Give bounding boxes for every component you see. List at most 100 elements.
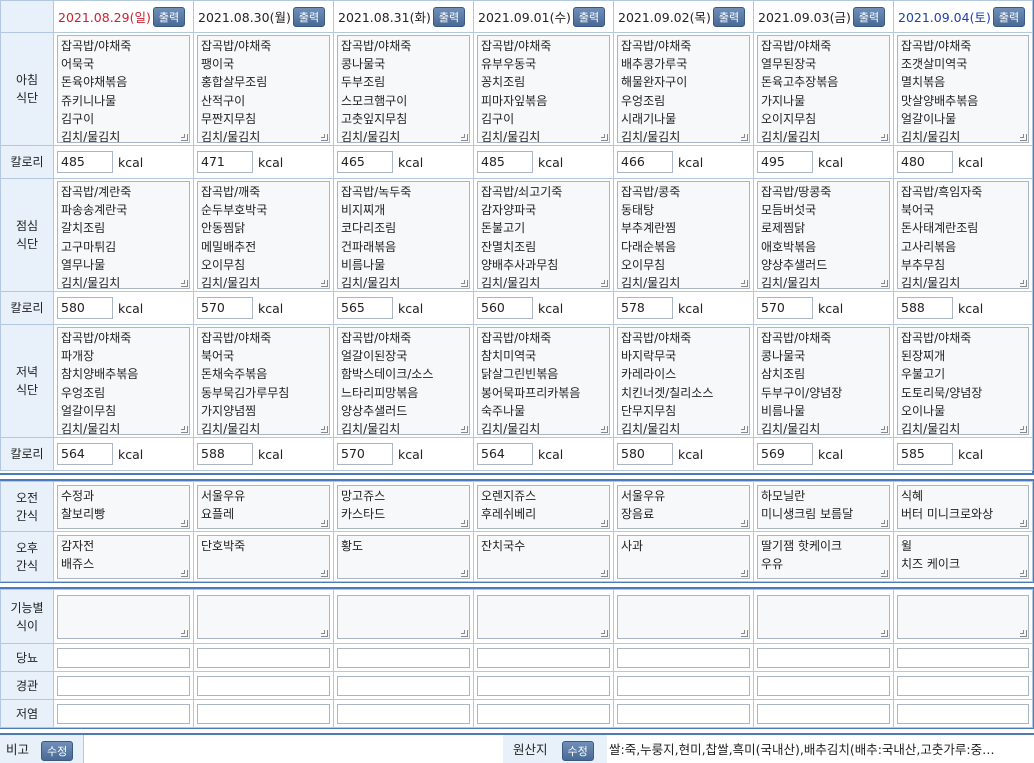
am_snack-textarea[interactable]: 망고쥬스 카스타드 bbox=[337, 484, 470, 529]
resize-grip-icon[interactable] bbox=[881, 629, 888, 637]
resize-grip-icon[interactable] bbox=[321, 629, 328, 637]
calorie-input[interactable]: 585 bbox=[897, 443, 953, 465]
resize-grip-icon[interactable] bbox=[741, 280, 748, 287]
breakfast-menu-textarea[interactable]: 잡곡밥/야채죽 팽이국 홍합살무조림 산적구이 무짠지무침 김치/물김치 bbox=[197, 35, 330, 143]
resize-grip-icon[interactable] bbox=[601, 426, 608, 433]
calorie-input[interactable]: 588 bbox=[197, 443, 253, 465]
calorie-input[interactable]: 578 bbox=[617, 297, 673, 319]
lowsalt-input[interactable] bbox=[757, 703, 890, 724]
resize-grip-icon[interactable] bbox=[321, 519, 328, 527]
resize-grip-icon[interactable] bbox=[1020, 280, 1027, 287]
resize-grip-icon[interactable] bbox=[461, 519, 468, 527]
resize-grip-icon[interactable] bbox=[601, 134, 608, 141]
resize-grip-icon[interactable] bbox=[181, 426, 188, 433]
diabetes-input[interactable] bbox=[897, 647, 1029, 668]
calorie-input[interactable]: 570 bbox=[757, 297, 813, 319]
resize-grip-icon[interactable] bbox=[321, 134, 328, 141]
resize-grip-icon[interactable] bbox=[741, 426, 748, 433]
dinner-menu-textarea[interactable]: 잡곡밥/야채죽 된장찌개 우불고기 도토리묵/양념장 오이나물 김치/물김치 bbox=[897, 327, 1029, 435]
tube-input[interactable] bbox=[617, 675, 750, 696]
dinner-menu-textarea[interactable]: 잡곡밥/야채죽 참치미역국 닭살그린빈볶음 봉어묵파프리카볶음 숙주나물 김치/물김치 bbox=[477, 327, 610, 435]
resize-grip-icon[interactable] bbox=[881, 519, 888, 527]
calorie-input[interactable]: 569 bbox=[757, 443, 813, 465]
resize-grip-icon[interactable] bbox=[461, 426, 468, 433]
diabetes-input[interactable] bbox=[57, 647, 190, 668]
lunch-menu-textarea[interactable]: 잡곡밥/쇠고기죽 감자양파국 돈불고기 잔멸치조림 양배추사과무침 김치/물김치 bbox=[477, 181, 610, 289]
resize-grip-icon[interactable] bbox=[881, 134, 888, 141]
calorie-input[interactable]: 485 bbox=[57, 151, 113, 173]
resize-grip-icon[interactable] bbox=[881, 426, 888, 433]
diabetes-input[interactable] bbox=[337, 647, 470, 668]
print-button[interactable]: 출력 bbox=[432, 6, 466, 27]
lowsalt-input[interactable] bbox=[477, 703, 610, 724]
resize-grip-icon[interactable] bbox=[181, 134, 188, 141]
pm_snack-textarea[interactable]: 딸기잼 핫케이크 우유 bbox=[757, 534, 890, 579]
functional-diet-textarea[interactable] bbox=[757, 594, 890, 639]
lowsalt-input[interactable] bbox=[197, 703, 330, 724]
tube-input[interactable] bbox=[197, 675, 330, 696]
calorie-input[interactable]: 565 bbox=[337, 297, 393, 319]
calorie-input[interactable]: 471 bbox=[197, 151, 253, 173]
pm_snack-textarea[interactable]: 윌 치즈 케이크 bbox=[897, 534, 1029, 579]
origin-edit-button[interactable]: 수정 bbox=[561, 740, 594, 761]
lunch-menu-textarea[interactable]: 잡곡밥/땅콩죽 모듬버섯국 로제찜닭 애호박볶음 양상추샐러드 김치/물김치 bbox=[757, 181, 890, 289]
dinner-menu-textarea[interactable]: 잡곡밥/야채죽 바지락무국 카레라이스 치킨너겟/칠리소스 단무지무침 김치/물김치 bbox=[617, 327, 750, 435]
resize-grip-icon[interactable] bbox=[741, 569, 748, 577]
am_snack-textarea[interactable]: 오렌지쥬스 후레쉬베리 bbox=[477, 484, 610, 529]
resize-grip-icon[interactable] bbox=[461, 134, 468, 141]
calorie-input[interactable]: 466 bbox=[617, 151, 673, 173]
lunch-menu-textarea[interactable]: 잡곡밥/계란죽 파송송계란국 갈치조림 고구마튀김 열무나물 김치/물김치 bbox=[57, 181, 190, 289]
print-button[interactable]: 출력 bbox=[992, 6, 1026, 27]
calorie-input[interactable]: 465 bbox=[337, 151, 393, 173]
calorie-input[interactable]: 580 bbox=[617, 443, 673, 465]
resize-grip-icon[interactable] bbox=[881, 280, 888, 287]
resize-grip-icon[interactable] bbox=[741, 134, 748, 141]
breakfast-menu-textarea[interactable]: 잡곡밥/야채죽 유부우동국 꽁치조림 피마자잎볶음 김구이 김치/물김치 bbox=[477, 35, 610, 143]
functional-diet-textarea[interactable] bbox=[617, 594, 750, 639]
print-button[interactable]: 출력 bbox=[572, 6, 606, 27]
resize-grip-icon[interactable] bbox=[1020, 426, 1027, 433]
calorie-input[interactable]: 580 bbox=[57, 297, 113, 319]
tube-input[interactable] bbox=[477, 675, 610, 696]
am_snack-textarea[interactable]: 서울우유 장음료 bbox=[617, 484, 750, 529]
resize-grip-icon[interactable] bbox=[181, 280, 188, 287]
am_snack-textarea[interactable]: 수정과 찰보리빵 bbox=[57, 484, 190, 529]
tube-input[interactable] bbox=[57, 675, 190, 696]
breakfast-menu-textarea[interactable]: 잡곡밥/야채죽 콩나물국 두부조림 스모크햄구이 고춧잎지무침 김치/물김치 bbox=[337, 35, 470, 143]
calorie-input[interactable]: 570 bbox=[197, 297, 253, 319]
print-button[interactable]: 출력 bbox=[712, 6, 746, 27]
calorie-input[interactable]: 485 bbox=[477, 151, 533, 173]
tube-input[interactable] bbox=[757, 675, 890, 696]
breakfast-menu-textarea[interactable]: 잡곡밥/야채죽 배추콩가루국 해물완자구이 우엉조림 시래기나물 김치/물김치 bbox=[617, 35, 750, 143]
lowsalt-input[interactable] bbox=[57, 703, 190, 724]
functional-diet-textarea[interactable] bbox=[337, 594, 470, 639]
am_snack-textarea[interactable]: 서울우유 요플레 bbox=[197, 484, 330, 529]
calorie-input[interactable]: 564 bbox=[477, 443, 533, 465]
resize-grip-icon[interactable] bbox=[461, 629, 468, 637]
resize-grip-icon[interactable] bbox=[1020, 134, 1027, 141]
functional-diet-textarea[interactable] bbox=[197, 594, 330, 639]
lunch-menu-textarea[interactable]: 잡곡밥/흑임자죽 북어국 돈사태계란조림 고사리볶음 부추무침 김치/물김치 bbox=[897, 181, 1029, 289]
resize-grip-icon[interactable] bbox=[1020, 519, 1027, 527]
diabetes-input[interactable] bbox=[757, 647, 890, 668]
resize-grip-icon[interactable] bbox=[461, 569, 468, 577]
breakfast-menu-textarea[interactable]: 잡곡밥/야채죽 열무된장국 돈육고추장볶음 가지나물 오이지무침 김치/물김치 bbox=[757, 35, 890, 143]
resize-grip-icon[interactable] bbox=[181, 519, 188, 527]
lowsalt-input[interactable] bbox=[337, 703, 470, 724]
lowsalt-input[interactable] bbox=[897, 703, 1029, 724]
functional-diet-textarea[interactable] bbox=[477, 594, 610, 639]
resize-grip-icon[interactable] bbox=[741, 519, 748, 527]
pm_snack-textarea[interactable]: 잔치국수 bbox=[477, 534, 610, 579]
diabetes-input[interactable] bbox=[477, 647, 610, 668]
print-button[interactable]: 출력 bbox=[152, 6, 186, 27]
dinner-menu-textarea[interactable]: 잡곡밥/야채죽 콩나물국 삼치조림 두부구이/양념장 비름나물 김치/물김치 bbox=[757, 327, 890, 435]
calorie-input[interactable]: 495 bbox=[757, 151, 813, 173]
calorie-input[interactable]: 564 bbox=[57, 443, 113, 465]
calorie-input[interactable]: 570 bbox=[337, 443, 393, 465]
tube-input[interactable] bbox=[337, 675, 470, 696]
resize-grip-icon[interactable] bbox=[601, 280, 608, 287]
dinner-menu-textarea[interactable]: 잡곡밥/야채죽 파개장 참치양배추볶음 우엉조림 얼갈이무침 김치/물김치 bbox=[57, 327, 190, 435]
functional-diet-textarea[interactable] bbox=[57, 594, 190, 639]
resize-grip-icon[interactable] bbox=[601, 519, 608, 527]
print-button[interactable]: 출력 bbox=[292, 6, 326, 27]
